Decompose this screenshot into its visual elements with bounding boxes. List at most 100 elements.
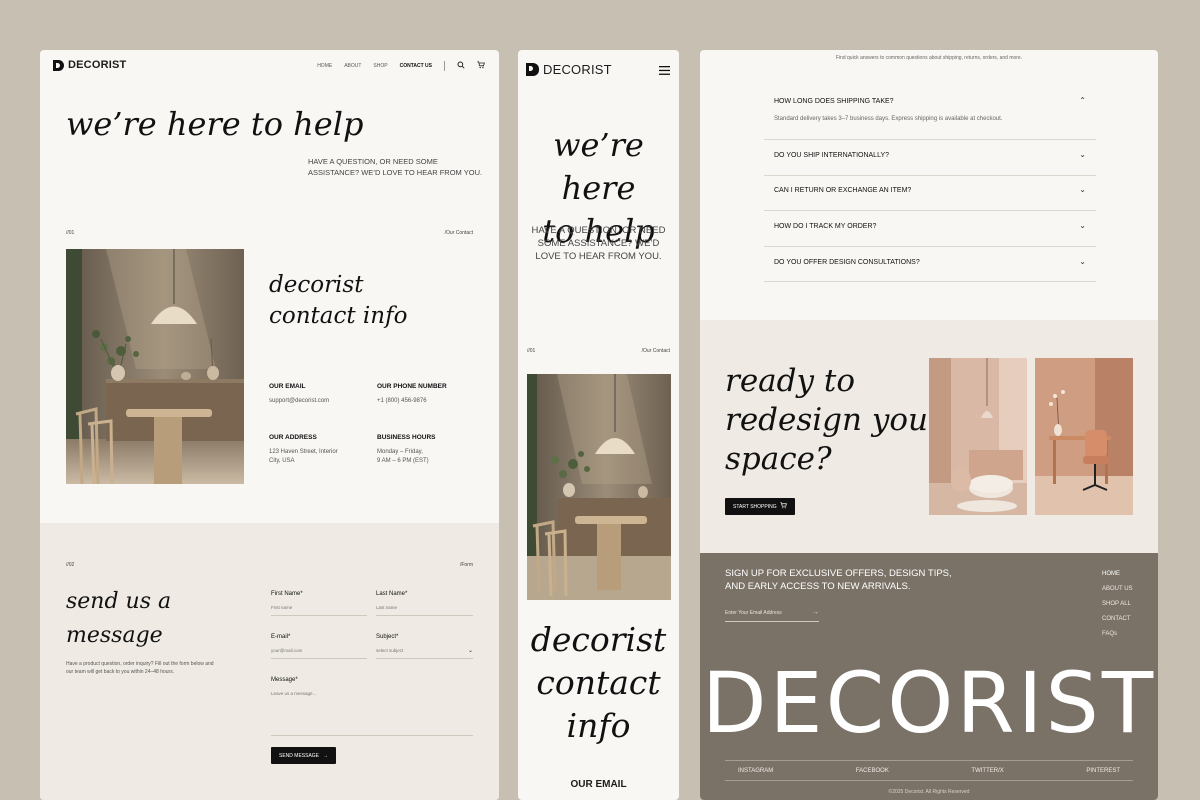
nav-item-about[interactable]: ABOUT <box>344 63 361 69</box>
cta-section: ready to redesign your space? START SHOP… <box>700 320 1158 553</box>
phone-value[interactable]: +1 (800) 456-9876 <box>377 397 447 406</box>
section-tag: /Our Contact <box>641 348 670 354</box>
cta-title: ready to redesign your space? <box>725 362 943 479</box>
cart-icon[interactable] <box>477 61 485 71</box>
section-tag: /Our Contact <box>444 230 473 236</box>
nav-item-shop[interactable]: SHOP <box>373 63 387 69</box>
contact-info-title-line2: contact <box>536 663 661 702</box>
contact-info-title-line2: contact info <box>269 303 408 329</box>
form-description: Have a product question, order inquiry? … <box>66 661 214 675</box>
nav-item-contact-us[interactable]: CONTACT US <box>400 63 432 69</box>
social-link-pinterest[interactable]: PINTEREST <box>1086 768 1120 774</box>
arrow-right-icon: → <box>323 752 328 759</box>
last-name-input[interactable]: Last name <box>376 605 473 616</box>
section-number: //01 <box>66 230 75 236</box>
faq-item[interactable]: DO YOU SHIP INTERNATIONALLY? ⌄ <box>764 150 1096 176</box>
contact-info-title-line3: info <box>566 706 631 745</box>
hamburger-menu-icon[interactable] <box>659 64 670 78</box>
subject-select[interactable]: select subject ⌄ <box>376 648 473 659</box>
form-title-line1: send us a <box>66 589 172 614</box>
contact-info-title-line1: decorist <box>530 620 667 659</box>
email-value[interactable]: support@decorist.com <box>269 397 329 406</box>
newsletter-text: SIGN UP FOR EXCLUSIVE OFFERS, DESIGN TIP… <box>725 568 952 592</box>
email-label: OUR EMAIL <box>269 383 306 390</box>
message-field: Message* Leave us a message... <box>271 677 473 736</box>
brand-name: DECORIST <box>68 59 127 71</box>
desktop-contact-page: DECORIST HOME ABOUT SHOP CONTACT US we’r… <box>40 50 499 800</box>
faq-item[interactable]: CAN I RETURN OR EXCHANGE AN ITEM? ⌄ <box>764 185 1096 211</box>
address-info: OUR ADDRESS 123 Haven Street, Interior C… <box>269 433 338 466</box>
faq-item[interactable]: DO YOU OFFER DESIGN CONSULTATIONS? ⌄ <box>764 257 1096 282</box>
subject-field: Subject* select subject ⌄ <box>376 634 473 659</box>
last-name-field: Last Name* Last name <box>376 591 473 616</box>
site-footer: SIGN UP FOR EXCLUSIVE OFFERS, DESIGN TIP… <box>700 553 1158 800</box>
cta-title-line1: ready to <box>725 363 855 399</box>
section-tag: /Form <box>459 562 473 568</box>
search-icon[interactable] <box>457 61 465 71</box>
first-name-input[interactable]: First name <box>271 605 367 616</box>
footer-link-contact[interactable]: CONTACT <box>1102 612 1133 627</box>
phone-info: OUR PHONE NUMBER +1 (800) 456-9876 <box>377 382 447 406</box>
footer-link-about[interactable]: ABOUT US <box>1102 582 1133 597</box>
contact-form-section: //02 /Form send us a message Have a prod… <box>40 523 499 800</box>
nav-divider <box>444 61 445 71</box>
faq-question: DO YOU SHIP INTERNATIONALLY? <box>774 152 890 159</box>
hours-info: BUSINESS HOURS Monday – Friday, 9 AM – 6… <box>377 433 436 466</box>
cta-title-line2: redesign your <box>725 402 943 438</box>
subject-select-value: select subject <box>376 648 404 653</box>
social-links: INSTAGRAM FACEBOOK TWITTER/X PINTEREST <box>725 760 1133 781</box>
living-room-photo <box>929 358 1027 515</box>
phone-label: OUR PHONE NUMBER <box>377 383 447 390</box>
message-label: Message* <box>271 677 298 683</box>
section-number: //02 <box>66 562 75 568</box>
faq-item[interactable]: HOW DO I TRACK MY ORDER? ⌄ <box>764 221 1096 247</box>
brand-logo[interactable]: DECORIST <box>53 59 126 71</box>
contact-info-title: decorist contact info <box>269 270 407 332</box>
footer-link-faqs[interactable]: FAQs <box>1102 627 1133 642</box>
contact-info-title-line1: decorist <box>269 272 364 298</box>
hours-label: BUSINESS HOURS <box>377 434 436 441</box>
cart-icon <box>780 502 787 511</box>
footer-link-home[interactable]: HOME <box>1102 567 1133 582</box>
faq-question: DO YOU OFFER DESIGN CONSULTATIONS? <box>774 259 920 266</box>
email-info: OUR EMAIL support@decorist.com <box>269 382 329 406</box>
mobile-contact-page: DECORIST we’re here to help HAVE A QUEST… <box>518 50 679 800</box>
faq-item[interactable]: HOW LONG DOES SHIPPING TAKE? ⌃ Standard … <box>764 96 1096 140</box>
logo-mark-icon <box>53 59 64 71</box>
send-message-button[interactable]: SEND MESSAGE → <box>271 747 336 764</box>
start-shopping-button[interactable]: START SHOPPING <box>725 498 795 515</box>
form-title: send us a message <box>66 585 171 653</box>
footer-brand-wordmark: DECORIST <box>701 654 1157 752</box>
start-shopping-label: START SHOPPING <box>733 503 777 510</box>
footer-links: HOME ABOUT US SHOP ALL CONTACT FAQs <box>1102 567 1133 642</box>
faq-and-footer-page: Find quick answers to common questions a… <box>700 50 1158 800</box>
chevron-down-icon: ⌄ <box>1079 221 1086 230</box>
last-name-label: Last Name* <box>376 591 408 597</box>
message-textarea[interactable]: Leave us a message... <box>271 691 473 736</box>
faq-question: CAN I RETURN OR EXCHANGE AN ITEM? <box>774 187 912 194</box>
brand-name: DECORIST <box>543 62 612 77</box>
arrow-right-icon[interactable]: → <box>812 609 819 616</box>
first-name-field: First Name* First name <box>271 591 367 616</box>
nav-item-home[interactable]: HOME <box>317 63 332 69</box>
hours-line2: 9 AM – 6 PM (EST) <box>377 458 429 464</box>
email-input[interactable]: your@mail.com <box>271 648 367 659</box>
logo-mark-icon <box>526 63 539 76</box>
brand-logo[interactable]: DECORIST <box>526 62 612 77</box>
dining-room-photo <box>527 374 671 600</box>
hours-line1: Monday – Friday, <box>377 449 423 455</box>
subject-label: Subject* <box>376 634 399 640</box>
copyright: ©2025 Decorist. All Rights Reserved <box>888 789 970 795</box>
faq-question: HOW LONG DOES SHIPPING TAKE? <box>774 98 894 105</box>
social-link-instagram[interactable]: INSTAGRAM <box>738 768 773 774</box>
top-nav: HOME ABOUT SHOP CONTACT US <box>317 61 485 71</box>
newsletter-email-placeholder: Enter Your Email Address <box>725 610 782 616</box>
social-link-twitter[interactable]: TWITTER/X <box>971 768 1003 774</box>
email-label: OUR EMAIL <box>570 779 627 790</box>
email-field: E-mail* your@mail.com <box>271 634 367 659</box>
social-link-facebook[interactable]: FACEBOOK <box>856 768 889 774</box>
faq-question: HOW DO I TRACK MY ORDER? <box>774 223 877 230</box>
newsletter-email-input[interactable]: Enter Your Email Address → <box>725 609 819 622</box>
footer-link-shop-all[interactable]: SHOP ALL <box>1102 597 1133 612</box>
home-office-photo <box>1035 358 1133 515</box>
